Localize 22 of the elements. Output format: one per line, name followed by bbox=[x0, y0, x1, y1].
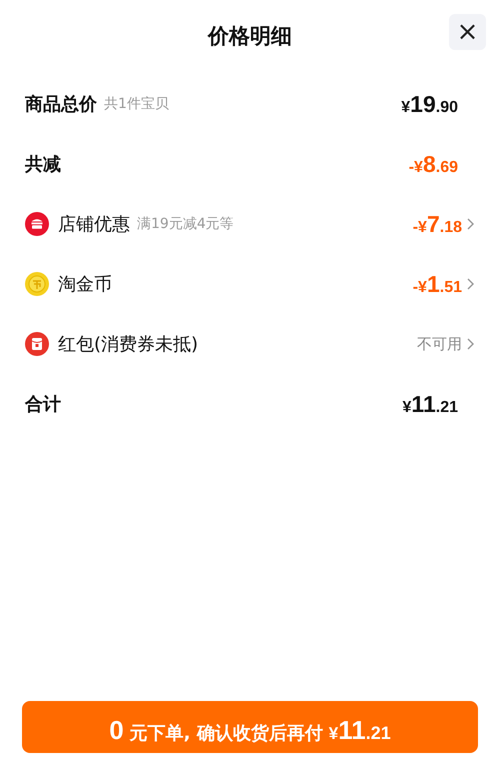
price: ¥11.21 bbox=[402, 390, 458, 419]
row-label: 红包(消费券未抵) bbox=[58, 332, 198, 356]
coin-icon bbox=[25, 272, 49, 296]
row-label: 共减 bbox=[25, 152, 61, 176]
price: -¥1.51 bbox=[412, 270, 462, 299]
row-note: 共1件宝贝 bbox=[104, 94, 169, 114]
price: -¥7.18 bbox=[412, 210, 462, 239]
row-label: 商品总价 bbox=[25, 92, 97, 116]
row-label: 合计 bbox=[25, 392, 61, 416]
envelope-icon bbox=[25, 332, 49, 356]
chevron-right-icon[interactable] bbox=[467, 278, 474, 290]
status-text: 不可用 bbox=[417, 334, 462, 355]
close-button[interactable]: × bbox=[449, 14, 486, 50]
dialog-title: 价格明细 bbox=[208, 23, 292, 50]
row-label: 店铺优惠 bbox=[58, 212, 130, 236]
price: ¥19.90 bbox=[401, 90, 458, 119]
chevron-right-icon[interactable] bbox=[467, 338, 474, 350]
store-icon bbox=[25, 212, 49, 236]
row-label: 淘金币 bbox=[58, 272, 112, 296]
row-note: 满19元减4元等 bbox=[137, 214, 234, 234]
price: -¥8.69 bbox=[408, 150, 458, 179]
chevron-right-icon[interactable] bbox=[467, 218, 474, 230]
